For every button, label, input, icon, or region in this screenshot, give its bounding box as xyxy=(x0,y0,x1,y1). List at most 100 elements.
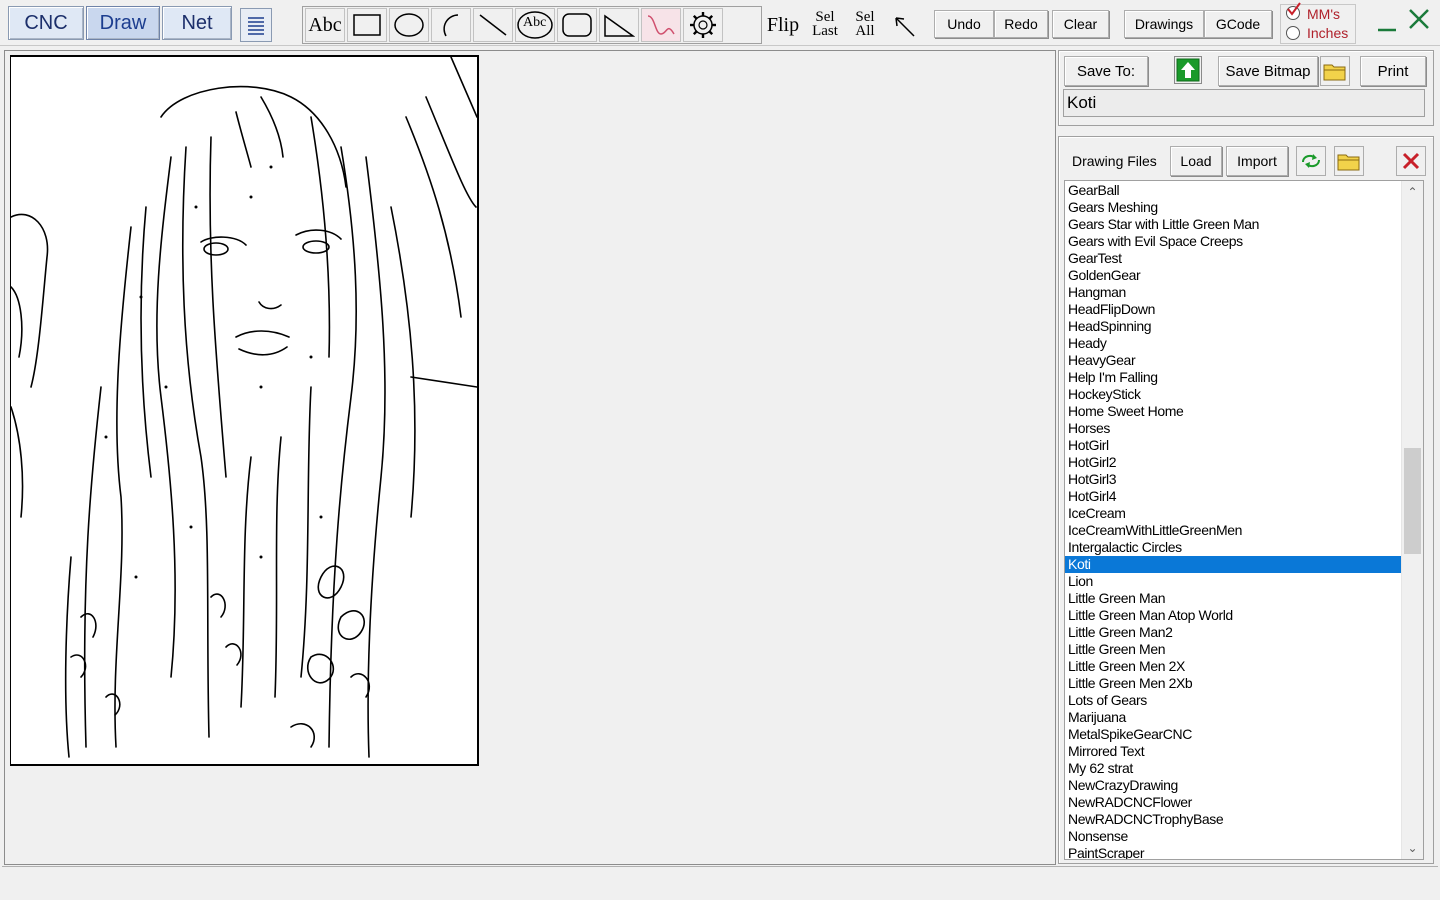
scrollbar-thumb[interactable] xyxy=(1404,448,1421,554)
upload-button[interactable] xyxy=(1174,56,1202,84)
line-icon xyxy=(479,14,507,36)
open-folder-button[interactable] xyxy=(1334,146,1364,176)
refresh-arrows-icon xyxy=(1302,154,1320,168)
file-list-item[interactable]: HotGirl2 xyxy=(1065,454,1401,471)
file-list-item[interactable]: HeadFlipDown xyxy=(1065,301,1401,318)
pointer-tool[interactable] xyxy=(890,12,924,40)
gear-tool[interactable] xyxy=(683,8,723,42)
file-list-item[interactable]: GearTest xyxy=(1065,250,1401,267)
scroll-up-arrow-icon[interactable]: ⌃ xyxy=(1402,183,1423,201)
select-last-bottom: Last xyxy=(812,23,838,39)
rectangle-tool[interactable] xyxy=(347,8,387,42)
file-list-item[interactable]: Little Green Man Atop World xyxy=(1065,607,1401,624)
file-list-item[interactable]: NewCrazyDrawing xyxy=(1065,777,1401,794)
rounded-rect-tool[interactable] xyxy=(557,8,597,42)
save-to-button[interactable]: Save To: xyxy=(1064,56,1148,86)
file-list-item[interactable]: Gears with Evil Space Creeps xyxy=(1065,233,1401,250)
flip-button[interactable]: Flip xyxy=(764,14,802,40)
file-list-item[interactable]: GoldenGear xyxy=(1065,267,1401,284)
file-list-item[interactable]: Lots of Gears xyxy=(1065,692,1401,709)
file-list-item[interactable]: Hangman xyxy=(1065,284,1401,301)
save-bitmap-button[interactable]: Save Bitmap xyxy=(1218,56,1318,86)
file-list-item[interactable]: Nonsense xyxy=(1065,828,1401,845)
select-all-top: Sel xyxy=(855,9,875,25)
scroll-down-arrow-icon[interactable]: ⌄ xyxy=(1402,839,1423,857)
file-list-item[interactable]: Little Green Men 2Xb xyxy=(1065,675,1401,692)
arc-tool[interactable] xyxy=(431,8,471,42)
file-list-item[interactable]: Lion xyxy=(1065,573,1401,590)
file-list-item[interactable]: Little Green Men 2X xyxy=(1065,658,1401,675)
inches-label: Inches xyxy=(1307,25,1349,41)
red-x-icon xyxy=(1402,152,1420,170)
pointer-arrow-icon xyxy=(895,17,915,37)
file-list-item[interactable]: Little Green Man xyxy=(1065,590,1401,607)
file-list-item[interactable]: HotGirl4 xyxy=(1065,488,1401,505)
file-list-item[interactable]: Home Sweet Home xyxy=(1065,403,1401,420)
file-list-item[interactable]: HotGirl xyxy=(1065,437,1401,454)
file-list-item[interactable]: HeadSpinning xyxy=(1065,318,1401,335)
select-last-button[interactable]: Sel Last xyxy=(806,10,844,39)
circle-text-tool[interactable]: Abc xyxy=(515,8,555,42)
file-list-item[interactable]: Koti xyxy=(1065,556,1401,573)
filename-field[interactable]: Koti xyxy=(1063,89,1425,117)
delete-file-button[interactable] xyxy=(1396,146,1426,176)
gear-icon xyxy=(690,12,716,38)
ellipse-icon xyxy=(394,13,424,37)
file-list-item[interactable]: Horses xyxy=(1065,420,1401,437)
mode-tab-net[interactable]: Net xyxy=(162,6,232,40)
file-list-item[interactable]: NewRADCNCFlower xyxy=(1065,794,1401,811)
menu-list-button[interactable] xyxy=(240,8,272,42)
close-window-button[interactable] xyxy=(1404,6,1434,34)
mm-radio[interactable] xyxy=(1286,2,1301,20)
file-list-item[interactable]: Gears Star with Little Green Man xyxy=(1065,216,1401,233)
select-all-button[interactable]: Sel All xyxy=(848,9,882,39)
drawings-button[interactable]: Drawings xyxy=(1124,10,1204,38)
file-list-item[interactable]: HotGirl3 xyxy=(1065,471,1401,488)
sketch-drawing xyxy=(10,56,478,758)
vertical-scrollbar[interactable]: ⌃ ⌄ xyxy=(1401,181,1423,859)
file-list-item[interactable]: IceCreamWithLittleGreenMen xyxy=(1065,522,1401,539)
file-list-item[interactable]: MetalSpikeGearCNC xyxy=(1065,726,1401,743)
close-icon xyxy=(1409,9,1429,29)
green-up-arrow-icon xyxy=(1176,58,1200,82)
drawing-files-list[interactable]: GearBall Gears Meshing Gears Star with Lit… xyxy=(1064,180,1424,860)
file-list-item[interactable]: Intergalactic Circles xyxy=(1065,539,1401,556)
file-list-item[interactable]: Help I'm Falling xyxy=(1065,369,1401,386)
inches-radio[interactable] xyxy=(1286,26,1300,40)
mm-label: MM's xyxy=(1307,6,1340,22)
folder-icon xyxy=(1323,64,1346,81)
mode-tab-cnc[interactable]: CNC xyxy=(8,6,84,40)
file-list-item[interactable]: IceCream xyxy=(1065,505,1401,522)
file-list-item[interactable]: NewRADCNCTrophyBase xyxy=(1065,811,1401,828)
file-list-item[interactable]: GearBall xyxy=(1065,182,1401,199)
refresh-button[interactable] xyxy=(1296,146,1326,176)
clear-button[interactable]: Clear xyxy=(1052,10,1109,38)
redo-button[interactable]: Redo xyxy=(994,10,1048,38)
file-list-item[interactable]: HockeyStick xyxy=(1065,386,1401,403)
file-list-item[interactable]: PaintScraper xyxy=(1065,845,1401,859)
text-tool[interactable]: Abc xyxy=(305,8,345,42)
file-list-item[interactable]: Mirrored Text xyxy=(1065,743,1401,760)
import-button[interactable]: Import xyxy=(1226,146,1288,176)
triangle-tool[interactable] xyxy=(599,8,639,42)
freehand-tool[interactable] xyxy=(641,8,681,42)
file-list-item[interactable]: Gears Meshing xyxy=(1065,199,1401,216)
minimize-button[interactable] xyxy=(1374,12,1400,36)
file-list-item[interactable]: Little Green Men xyxy=(1065,641,1401,658)
file-list-item[interactable]: Little Green Man2 xyxy=(1065,624,1401,641)
drawing-page[interactable] xyxy=(10,55,479,766)
load-button[interactable]: Load xyxy=(1170,146,1222,176)
mode-tab-draw[interactable]: Draw xyxy=(86,6,160,40)
minimize-icon xyxy=(1378,28,1396,32)
file-list-item[interactable]: HeavyGear xyxy=(1065,352,1401,369)
undo-button[interactable]: Undo xyxy=(934,10,994,38)
line-tool[interactable] xyxy=(473,8,513,42)
file-list-item[interactable]: Marijuana xyxy=(1065,709,1401,726)
save-folder-button[interactable] xyxy=(1320,56,1350,86)
ellipse-tool[interactable] xyxy=(389,8,429,42)
print-button[interactable]: Print xyxy=(1360,56,1426,86)
file-list-item[interactable]: My 62 strat xyxy=(1065,760,1401,777)
file-list-item[interactable]: Heady xyxy=(1065,335,1401,352)
drawing-files-label: Drawing Files xyxy=(1072,153,1157,169)
gcode-button[interactable]: GCode xyxy=(1204,10,1272,38)
